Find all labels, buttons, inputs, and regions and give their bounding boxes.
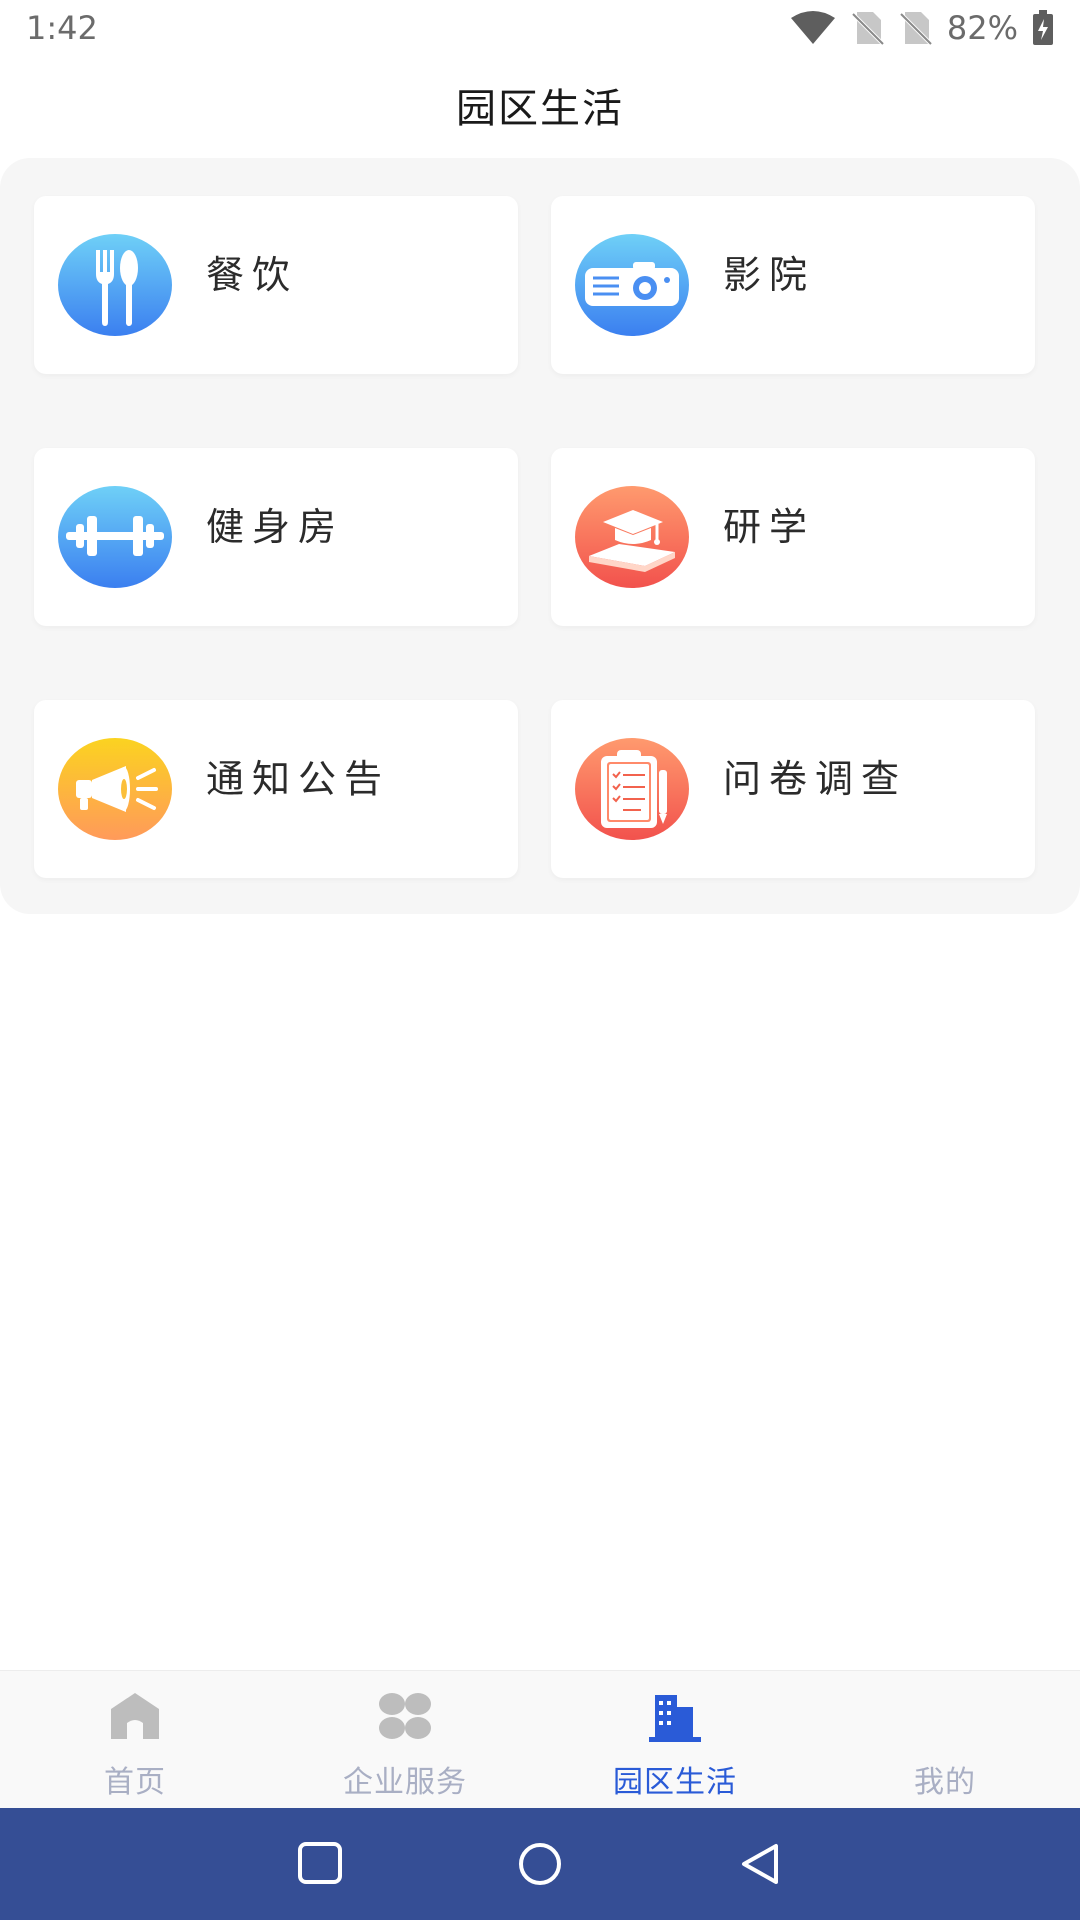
dumbbell-icon xyxy=(58,486,172,588)
no-sim-icon xyxy=(851,10,885,46)
tab-label: 企业服务 xyxy=(343,1765,467,1800)
battery-level: 82% xyxy=(946,9,1018,47)
page-title: 园区生活 xyxy=(456,86,624,132)
card-notices[interactable]: 通知公告 xyxy=(34,700,518,878)
status-icons: 82% xyxy=(789,9,1054,47)
tab-park-life[interactable]: 园区生活 xyxy=(540,1671,810,1809)
square-icon xyxy=(298,1842,342,1884)
card-label: 餐饮 xyxy=(206,253,299,297)
home-icon xyxy=(105,1689,165,1743)
card-label: 健身房 xyxy=(206,505,345,549)
page-header: 园区生活 xyxy=(0,60,1080,150)
bottom-tab-bar: 首页 企业服务 园区生活 我的 xyxy=(0,1670,1080,1808)
grid-icon xyxy=(375,1689,435,1743)
fork-spoon-icon xyxy=(58,234,172,336)
clipboard-icon xyxy=(575,738,689,840)
back-button[interactable] xyxy=(730,1834,790,1894)
feature-panel: 餐饮 影院 健身房 研学 通知公告 问卷调查 xyxy=(0,158,1080,914)
tab-mine[interactable]: 我的 xyxy=(810,1671,1080,1809)
tab-label: 园区生活 xyxy=(613,1765,737,1800)
user-icon xyxy=(915,1689,975,1743)
wifi-icon xyxy=(789,10,837,46)
home-button[interactable] xyxy=(510,1834,570,1894)
recent-apps-button[interactable] xyxy=(290,1834,350,1894)
card-study[interactable]: 研学 xyxy=(551,448,1035,626)
tab-label: 首页 xyxy=(104,1765,166,1800)
circle-icon xyxy=(519,1843,561,1885)
card-cinema[interactable]: 影院 xyxy=(551,196,1035,374)
system-nav-bar xyxy=(0,1808,1080,1920)
status-time: 1:42 xyxy=(26,9,98,47)
card-label: 通知公告 xyxy=(206,757,391,801)
building-icon xyxy=(645,1689,705,1743)
status-bar: 1:42 82% xyxy=(0,0,1080,56)
card-label: 问卷调查 xyxy=(723,757,908,801)
tab-label: 我的 xyxy=(914,1765,976,1800)
battery-icon xyxy=(1032,10,1054,46)
tab-home[interactable]: 首页 xyxy=(0,1671,270,1809)
card-label: 影院 xyxy=(723,253,816,297)
card-label: 研学 xyxy=(723,505,816,549)
no-sim-icon-2 xyxy=(899,10,933,46)
card-gym[interactable]: 健身房 xyxy=(34,448,518,626)
card-dining[interactable]: 餐饮 xyxy=(34,196,518,374)
triangle-back-icon xyxy=(742,1844,778,1884)
projector-icon xyxy=(575,234,689,336)
card-survey[interactable]: 问卷调查 xyxy=(551,700,1035,878)
graduation-cap-icon xyxy=(575,486,689,588)
megaphone-icon xyxy=(58,738,172,840)
tab-enterprise-services[interactable]: 企业服务 xyxy=(270,1671,540,1809)
